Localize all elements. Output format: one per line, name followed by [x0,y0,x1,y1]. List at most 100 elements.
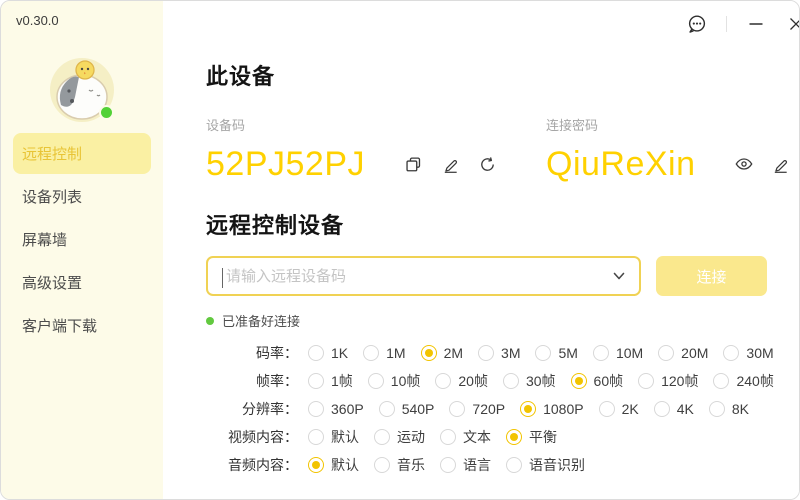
radio-option-360P[interactable]: 360P [308,401,364,417]
radio-option-label: 1M [386,345,405,361]
radio-option-label: 1K [331,345,348,361]
radio-option-label: 10帧 [391,371,421,391]
edit-pencil-icon [441,155,460,174]
edit-password-button[interactable] [771,154,791,174]
minimize-button[interactable] [745,13,767,35]
radio-option-8K[interactable]: 8K [709,401,749,417]
device-code-label: 设备码 [206,115,546,134]
radio-option-label: 2K [622,401,639,417]
radio-option-语音识别[interactable]: 语音识别 [506,455,585,475]
radio-icon [713,373,729,389]
remote-code-input-box [206,256,641,296]
radio-option-5M[interactable]: 5M [535,345,577,361]
radio-option-文本[interactable]: 文本 [440,427,491,447]
radio-option-240帧[interactable]: 240帧 [713,371,773,391]
radio-dot [372,377,380,385]
radio-icon [308,429,324,445]
radio-option-4K[interactable]: 4K [654,401,694,417]
edit-device-code-button[interactable] [440,154,460,174]
sidebar-item-3[interactable]: 高级设置 [13,262,151,303]
radio-option-60帧[interactable]: 60帧 [571,371,624,391]
radio-dot [312,433,320,441]
chat-bubble-icon [686,13,708,35]
settings-row: 帧率：1帧10帧20帧30帧60帧120帧240帧 [206,367,791,395]
radio-dot [453,405,461,413]
radio-icon [449,401,465,417]
radio-option-20帧[interactable]: 20帧 [435,371,488,391]
sidebar-item-4[interactable]: 客户端下载 [13,305,151,346]
radio-option-10M[interactable]: 10M [593,345,643,361]
radio-option-1帧[interactable]: 1帧 [308,371,353,391]
radio-option-label: 1080P [543,401,583,417]
radio-dot [444,433,452,441]
settings-options: 1帧 10帧 20帧 30帧 60帧 120帧 240帧 [308,371,789,391]
close-button[interactable] [785,13,800,35]
copy-icon [404,155,423,174]
connect-button[interactable]: 连接 [656,256,767,296]
radio-option-label: 2M [444,345,463,361]
radio-option-语言[interactable]: 语言 [440,455,491,475]
radio-icon [379,401,395,417]
radio-option-30M[interactable]: 30M [723,345,773,361]
radio-option-默认[interactable]: 默认 [308,455,359,475]
password-label: 连接密码 [546,115,791,134]
radio-icon [308,345,324,361]
settings-row: 分辨率：360P540P720P1080P2K4K8K [206,395,791,423]
radio-option-label: 3M [501,345,520,361]
radio-option-平衡[interactable]: 平衡 [506,427,557,447]
radio-option-10帧[interactable]: 10帧 [368,371,421,391]
radio-option-label: 语言 [463,455,491,475]
radio-dot [603,405,611,413]
radio-dot [312,377,320,385]
copy-device-code-button[interactable] [403,154,423,174]
radio-dot [378,433,386,441]
radio-option-20M[interactable]: 20M [658,345,708,361]
radio-option-2K[interactable]: 2K [599,401,639,417]
radio-option-3M[interactable]: 3M [478,345,520,361]
refresh-device-code-button[interactable] [477,154,497,174]
radio-option-2M[interactable]: 2M [421,345,463,361]
radio-option-120帧[interactable]: 120帧 [638,371,698,391]
sidebar-item-1[interactable]: 设备列表 [13,176,151,217]
sidebar-item-0[interactable]: 远程控制 [13,133,151,174]
version-label: v0.30.0 [16,13,59,28]
radio-icon [593,345,609,361]
remote-control-title: 远程控制设备 [206,208,791,240]
radio-option-运动[interactable]: 运动 [374,427,425,447]
radio-option-label: 音乐 [397,455,425,475]
device-info-row: 设备码 52PJ52PJ [206,115,791,186]
remote-code-input[interactable] [208,258,639,294]
radio-icon [723,345,739,361]
show-password-button[interactable] [734,154,754,174]
radio-option-label: 60帧 [594,371,624,391]
radio-dot [383,405,391,413]
radio-option-1K[interactable]: 1K [308,345,348,361]
feedback-chat-button[interactable] [686,13,708,35]
avatar[interactable] [49,57,115,123]
radio-option-label: 540P [402,401,435,417]
radio-icon [374,457,390,473]
radio-option-label: 8K [732,401,749,417]
sidebar-item-2[interactable]: 屏幕墙 [13,219,151,260]
settings-row-label: 码率： [206,343,298,363]
radio-icon [638,373,654,389]
radio-icon [374,429,390,445]
radio-option-1M[interactable]: 1M [363,345,405,361]
radio-option-音乐[interactable]: 音乐 [374,455,425,475]
password-block: 连接密码 QiuReXin [546,115,791,186]
radio-option-label: 120帧 [661,371,698,391]
radio-dot [425,349,433,357]
radio-option-label: 20M [681,345,708,361]
radio-icon [658,345,674,361]
settings-row: 视频内容：默认运动文本平衡 [206,423,791,451]
recent-devices-dropdown-button[interactable] [611,268,627,284]
radio-option-30帧[interactable]: 30帧 [503,371,556,391]
radio-icon [571,373,587,389]
radio-option-默认[interactable]: 默认 [308,427,359,447]
radio-dot [539,349,547,357]
radio-option-540P[interactable]: 540P [379,401,435,417]
radio-option-label: 默认 [331,427,359,447]
sidebar-menu: 远程控制设备列表屏幕墙高级设置客户端下载 [1,131,163,348]
radio-option-1080P[interactable]: 1080P [520,401,583,417]
radio-option-720P[interactable]: 720P [449,401,505,417]
